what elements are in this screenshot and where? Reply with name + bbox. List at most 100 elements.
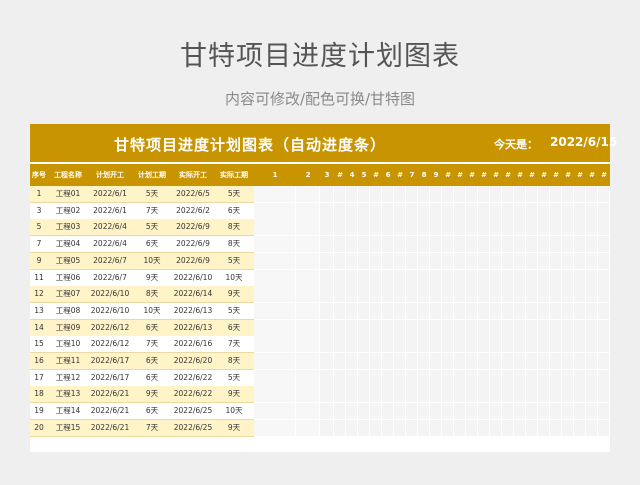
gantt-day-header: # [601,171,607,179]
gantt-cell [370,319,382,337]
gantt-cell [346,336,358,354]
gantt-cell [254,186,296,203]
gantt-day-header: 9 [433,171,439,179]
gantt-cell [418,269,430,287]
gantt-cell [454,236,466,254]
gantt-cell [394,252,406,270]
cell-plan-days: 6天 [132,353,172,370]
table-row[interactable]: 13 工程08 2022/6/10 10天 2022/6/13 5天 [30,302,610,320]
gantt-cell [320,202,334,220]
cell-name: 工程01 [48,186,88,203]
table-row[interactable]: 5 工程03 2022/6/4 5天 2022/6/9 8天 [30,219,610,237]
gantt-cell [562,186,574,203]
gantt-cell [574,186,586,203]
table-row[interactable]: 12 工程07 2022/6/10 8天 2022/6/14 9天 [30,286,610,304]
gantt-cell [406,219,418,237]
table-row[interactable]: 15 工程10 2022/6/12 7天 2022/6/16 7天 [30,336,610,354]
cell-actual-days: 8天 [214,219,254,237]
gantt-cell [562,369,574,387]
table-row[interactable]: 16 工程11 2022/6/17 6天 2022/6/20 8天 [30,353,610,370]
gantt-cell [550,336,562,354]
gantt-cell [406,202,418,220]
cell-plan-days: 8天 [132,286,172,304]
gantt-cell [598,386,610,404]
gantt-cell [562,386,574,404]
gantt-cell [418,353,430,370]
gantt-cell [442,286,454,304]
table-row[interactable]: 19 工程14 2022/6/21 6天 2022/6/25 10天 [30,403,610,421]
gantt-cell [320,219,334,237]
gantt-cell [454,186,466,203]
gantt-cell [454,353,466,370]
header-actual-start: 实际开工 [179,171,207,179]
gantt-cell [442,302,454,320]
gantt-cell [454,202,466,220]
cell-actual-start: 2022/6/9 [172,236,214,254]
gantt-cell [574,386,586,404]
gantt-cell [574,219,586,237]
gantt-cell [562,286,574,304]
gantt-cell [296,336,320,354]
gantt-cell [598,369,610,387]
gantt-cell [382,319,394,337]
gantt-cell [562,252,574,270]
cell-seq: 13 [30,302,48,320]
table-row[interactable]: 18 工程13 2022/6/21 9天 2022/6/22 9天 [30,386,610,404]
gantt-cell [514,353,526,370]
table-row[interactable]: 14 工程09 2022/6/12 6天 2022/6/13 6天 [30,319,610,337]
gantt-cell [406,336,418,354]
gantt-cell [442,219,454,237]
gantt-cell [598,353,610,370]
gantt-cell [538,336,550,354]
gantt-cell [442,419,454,437]
table-row[interactable]: 11 工程06 2022/6/7 9天 2022/6/10 10天 [30,269,610,287]
cell-name: 工程13 [48,386,88,404]
gantt-cell [574,369,586,387]
header-name: 工程名称 [54,171,82,179]
gantt-cell [346,202,358,220]
gantt-cell [550,419,562,437]
cell-actual-days: 10天 [214,269,254,287]
gantt-cell [586,186,598,203]
gantt-cell [370,336,382,354]
table-row[interactable]: 3 工程02 2022/6/1 7天 2022/6/2 6天 [30,202,610,220]
gantt-cell [334,202,346,220]
gantt-day-header: # [397,171,403,179]
gantt-cell [538,369,550,387]
gantt-cell [478,386,490,404]
cell-seq: 16 [30,353,48,370]
gantt-cell [550,386,562,404]
gantt-cell [346,403,358,421]
cell-plan-start: 2022/6/7 [88,252,132,270]
gantt-cell [586,369,598,387]
table-row[interactable]: 20 工程15 2022/6/21 7天 2022/6/25 9天 [30,419,610,437]
gantt-cell [538,236,550,254]
gantt-cell [490,336,502,354]
gantt-cell [502,202,514,220]
gantt-cell [334,236,346,254]
gantt-cell [430,353,442,370]
gantt-cell [320,236,334,254]
cell-actual-days: 9天 [214,286,254,304]
gantt-cell [598,186,610,203]
gantt-cell [574,202,586,220]
gantt-cell [466,419,478,437]
gantt-day-header: # [517,171,523,179]
gantt-cell [490,403,502,421]
gantt-cell [526,186,538,203]
table-row[interactable]: 7 工程04 2022/6/4 6天 2022/6/9 8天 [30,236,610,254]
gantt-cell [538,286,550,304]
gantt-cell [538,186,550,203]
table-row[interactable]: 9 工程05 2022/6/7 10天 2022/6/9 5天 [30,252,610,270]
cell-name: 工程03 [48,219,88,237]
cell-seq: 7 [30,236,48,254]
gantt-cell [442,353,454,370]
gantt-cell [418,286,430,304]
gantt-cell [538,386,550,404]
gantt-cell [320,269,334,287]
gantt-cell [254,353,296,370]
gantt-cell [538,219,550,237]
table-row[interactable]: 17 工程12 2022/6/17 6天 2022/6/22 5天 [30,369,610,387]
gantt-cell [454,302,466,320]
table-row[interactable]: 1 工程01 2022/6/1 5天 2022/6/5 5天 [30,186,610,203]
